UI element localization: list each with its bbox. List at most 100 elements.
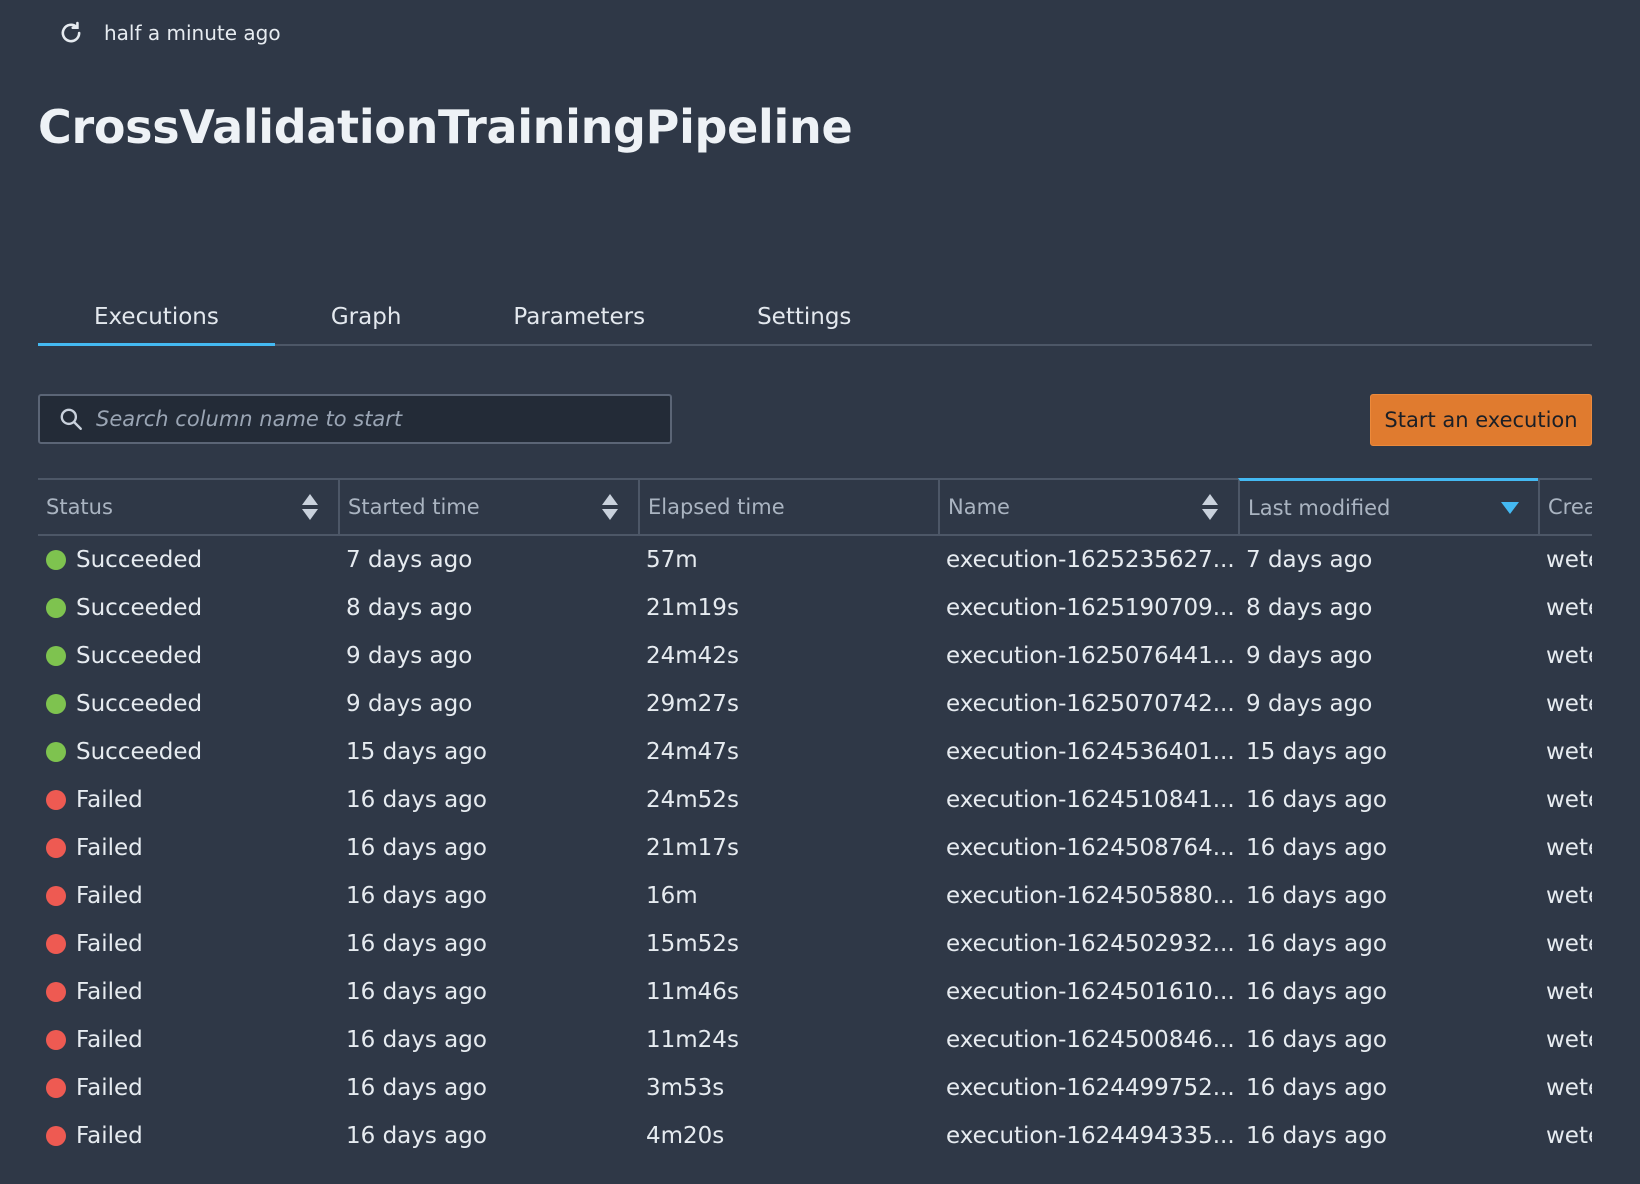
cell-created: wete [1546, 1123, 1592, 1149]
column-header-last-modified[interactable]: Last modified [1238, 478, 1538, 534]
status-label: Succeeded [76, 595, 203, 621]
cell-started-time: 9 days ago [346, 643, 473, 669]
sort-icon[interactable] [300, 491, 320, 523]
status-label: Succeeded [76, 643, 203, 669]
status-label: Succeeded [76, 739, 203, 765]
cell-name[interactable]: execution-1625235627... [938, 536, 1238, 584]
table-row[interactable]: Failed 16 days ago 24m52s execution-1624510… [38, 776, 1592, 824]
sort-descending-icon[interactable] [1500, 492, 1520, 524]
status-label: Failed [76, 835, 143, 861]
table-row[interactable]: Succeeded 8 days ago 21m19s execution-16251… [38, 584, 1592, 632]
status-label: Failed [76, 787, 143, 813]
tab-parameters[interactable]: Parameters [457, 290, 701, 344]
cell-last-modified: 9 days ago [1246, 643, 1373, 669]
refresh-control[interactable]: half a minute ago [56, 18, 281, 48]
column-header-elapsed-time[interactable]: Elapsed time [638, 480, 938, 534]
status-label: Succeeded [76, 691, 203, 717]
status-failed-icon [46, 1078, 66, 1098]
table-row[interactable]: Succeeded 15 days ago 24m47s execution-1624… [38, 728, 1592, 776]
cell-created: wete [1546, 787, 1592, 813]
cell-name[interactable]: execution-1624499752... [938, 1064, 1238, 1112]
table-row[interactable]: Failed 16 days ago 3m53s execution-16244997… [38, 1064, 1592, 1112]
status-label: Failed [76, 1123, 143, 1149]
sort-icon[interactable] [1200, 491, 1220, 523]
column-header-label: Crea [1548, 495, 1592, 519]
cell-elapsed-time: 15m52s [646, 931, 739, 957]
cell-started-time: 16 days ago [346, 931, 487, 957]
table-row[interactable]: Succeeded 9 days ago 29m27s execution-16250… [38, 680, 1592, 728]
status-failed-icon [46, 790, 66, 810]
cell-name[interactable]: execution-1624508764... [938, 824, 1238, 872]
cell-elapsed-time: 16m [646, 883, 698, 909]
cell-elapsed-time: 24m52s [646, 787, 739, 813]
cell-last-modified: 16 days ago [1246, 979, 1387, 1005]
sort-icon[interactable] [600, 491, 620, 523]
cell-created: wete [1546, 1075, 1592, 1101]
cell-elapsed-time: 24m42s [646, 643, 739, 669]
cell-status: Succeeded [38, 643, 338, 669]
cell-last-modified: 16 days ago [1246, 1123, 1387, 1149]
column-header-created[interactable]: Crea [1538, 480, 1592, 534]
search-box [38, 394, 672, 444]
cell-name[interactable]: execution-1624494335... [938, 1112, 1238, 1160]
table-body: Succeeded 7 days ago 57m execution-16252356… [38, 536, 1592, 1160]
refresh-icon[interactable] [56, 18, 86, 48]
column-header-started-time[interactable]: Started time [338, 480, 638, 534]
cell-last-modified: 16 days ago [1246, 1027, 1387, 1053]
status-succeeded-icon [46, 646, 66, 666]
cell-last-modified: 15 days ago [1246, 739, 1387, 765]
status-failed-icon [46, 934, 66, 954]
cell-created: wete [1546, 883, 1592, 909]
table-row[interactable]: Failed 16 days ago 4m20s execution-16244943… [38, 1112, 1592, 1160]
cell-name[interactable]: execution-1624500846... [938, 1016, 1238, 1064]
table-row[interactable]: Failed 16 days ago 21m17s execution-1624508… [38, 824, 1592, 872]
cell-status: Failed [38, 1123, 338, 1149]
cell-created: wete [1546, 691, 1592, 717]
cell-name[interactable]: execution-1624510841... [938, 776, 1238, 824]
cell-started-time: 16 days ago [346, 883, 487, 909]
cell-created: wete [1546, 739, 1592, 765]
tab-settings[interactable]: Settings [701, 290, 907, 344]
search-input[interactable] [94, 406, 670, 432]
cell-name[interactable]: execution-1624505880... [938, 872, 1238, 920]
cell-started-time: 16 days ago [346, 1075, 487, 1101]
executions-table: Status Started time Elapsed time Name La… [38, 478, 1592, 1160]
column-header-status[interactable]: Status [38, 480, 338, 534]
cell-elapsed-time: 3m53s [646, 1075, 725, 1101]
column-header-name[interactable]: Name [938, 480, 1238, 534]
start-execution-button[interactable]: Start an execution [1370, 394, 1592, 446]
status-label: Failed [76, 1075, 143, 1101]
cell-status: Failed [38, 883, 338, 909]
cell-status: Failed [38, 931, 338, 957]
status-label: Failed [76, 979, 143, 1005]
cell-name[interactable]: execution-1624501610... [938, 968, 1238, 1016]
status-failed-icon [46, 1126, 66, 1146]
status-succeeded-icon [46, 550, 66, 570]
column-header-label: Status [46, 495, 113, 519]
cell-name[interactable]: execution-1625190709... [938, 584, 1238, 632]
table-row[interactable]: Failed 16 days ago 11m46s execution-1624501… [38, 968, 1592, 1016]
column-header-label: Name [948, 495, 1010, 519]
tab-graph[interactable]: Graph [275, 290, 458, 344]
status-label: Failed [76, 883, 143, 909]
table-row[interactable]: Failed 16 days ago 11m24s execution-1624500… [38, 1016, 1592, 1064]
cell-status: Succeeded [38, 691, 338, 717]
cell-name[interactable]: execution-1625070742... [938, 680, 1238, 728]
cell-name[interactable]: execution-1625076441... [938, 632, 1238, 680]
column-header-label: Started time [348, 495, 480, 519]
table-row[interactable]: Succeeded 7 days ago 57m execution-16252356… [38, 536, 1592, 584]
table-row[interactable]: Succeeded 9 days ago 24m42s execution-16250… [38, 632, 1592, 680]
table-row[interactable]: Failed 16 days ago 15m52s execution-1624502… [38, 920, 1592, 968]
cell-status: Failed [38, 979, 338, 1005]
cell-name[interactable]: execution-1624502932... [938, 920, 1238, 968]
cell-status: Failed [38, 787, 338, 813]
cell-name[interactable]: execution-1624536401... [938, 728, 1238, 776]
status-label: Failed [76, 1027, 143, 1053]
cell-elapsed-time: 11m24s [646, 1027, 739, 1053]
cell-elapsed-time: 21m19s [646, 595, 739, 621]
tab-executions[interactable]: Executions [38, 290, 275, 346]
cell-last-modified: 16 days ago [1246, 1075, 1387, 1101]
cell-elapsed-time: 21m17s [646, 835, 739, 861]
status-succeeded-icon [46, 742, 66, 762]
table-row[interactable]: Failed 16 days ago 16m execution-1624505880… [38, 872, 1592, 920]
